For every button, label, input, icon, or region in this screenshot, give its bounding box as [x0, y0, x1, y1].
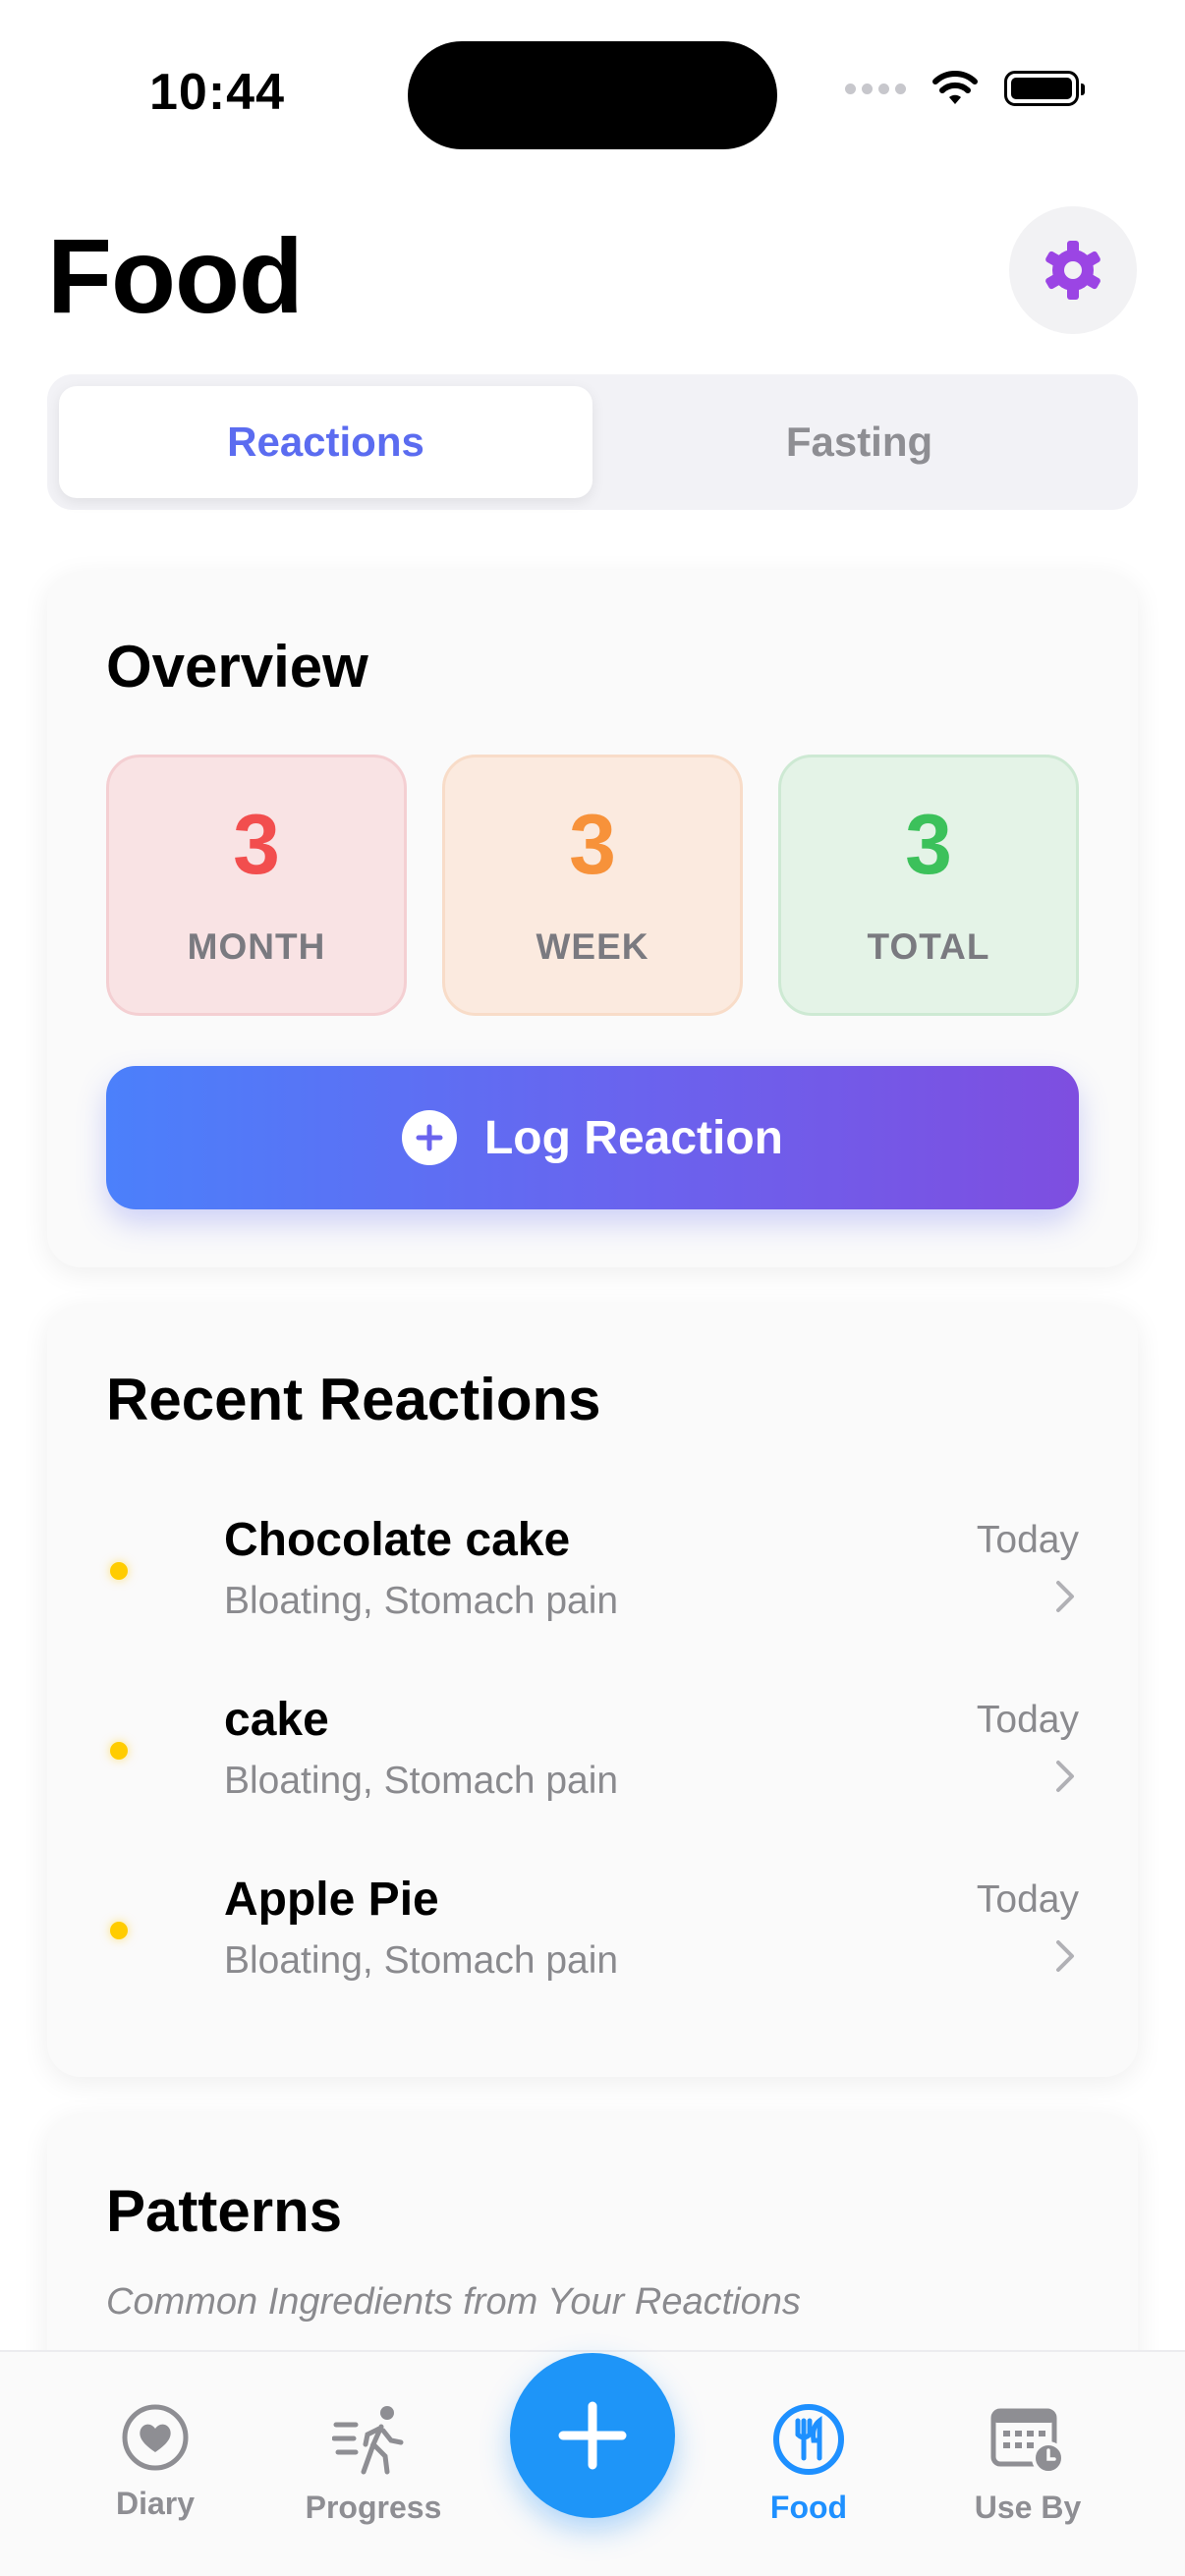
- stat-total-value: 3: [905, 798, 952, 892]
- log-reaction-label: Log Reaction: [483, 1111, 783, 1164]
- calendar-clock-icon: [990, 2408, 1065, 2475]
- overview-card: Overview 3 MONTH 3 WEEK 3 TOTAL Log Reac…: [47, 572, 1138, 1267]
- chevron-right-icon: [1056, 1940, 1074, 1972]
- reaction-food: Chocolate cake: [224, 1514, 571, 1566]
- tab-diary[interactable]: Diary: [67, 2403, 244, 2522]
- overview-title: Overview: [106, 634, 368, 700]
- chevron-right-icon: [1056, 1761, 1074, 1792]
- reaction-date: Today: [976, 1699, 1079, 1741]
- food-screen: 10:44 Food Reactions Fasting Overview 3 …: [0, 0, 1185, 2576]
- dynamic-island: [408, 41, 777, 149]
- tab-reactions[interactable]: Reactions: [59, 386, 592, 498]
- recent-reactions-title: Recent Reactions: [106, 1367, 601, 1432]
- reaction-date: Today: [976, 1878, 1079, 1921]
- reaction-row[interactable]: Chocolate cake Bloating, Stomach pain To…: [106, 1493, 1079, 1641]
- status-time: 10:44: [149, 64, 285, 121]
- fork-knife-icon: [773, 2404, 844, 2475]
- battery-icon: [1004, 71, 1085, 106]
- add-button[interactable]: [510, 2353, 675, 2518]
- tab-fasting[interactable]: Fasting: [592, 386, 1126, 498]
- stat-month: 3 MONTH: [106, 755, 407, 1016]
- wifi-icon: [932, 71, 978, 104]
- stat-week: 3 WEEK: [442, 755, 743, 1016]
- tab-food-label: Food: [769, 2490, 848, 2525]
- settings-button[interactable]: [1009, 206, 1137, 334]
- page-title: Food: [47, 216, 304, 335]
- segmented-control: Reactions Fasting: [47, 374, 1138, 510]
- severity-dot: [110, 1742, 128, 1760]
- gear-icon: [1045, 241, 1100, 300]
- chevron-right-icon: [1056, 1581, 1074, 1612]
- tab-progress-label: Progress: [305, 2490, 442, 2525]
- stat-week-label: WEEK: [536, 926, 649, 967]
- severity-dot: [110, 1562, 128, 1580]
- reaction-date: Today: [976, 1519, 1079, 1561]
- tab-food[interactable]: Food: [720, 2403, 897, 2526]
- reaction-symptoms: Bloating, Stomach pain: [224, 1939, 619, 1982]
- stat-total-label: TOTAL: [867, 926, 990, 967]
- stat-month-value: 3: [233, 798, 280, 892]
- tab-use-by[interactable]: Use By: [939, 2403, 1116, 2526]
- stat-week-value: 3: [569, 798, 616, 892]
- heart-icon: [122, 2404, 189, 2471]
- log-reaction-button[interactable]: Log Reaction: [106, 1066, 1079, 1209]
- walking-icon: [332, 2406, 404, 2475]
- plus-icon: [558, 2401, 627, 2470]
- stat-total: 3 TOTAL: [778, 755, 1079, 1016]
- tab-use-by-label: Use By: [974, 2490, 1082, 2525]
- patterns-subtitle: Common Ingredients from Your Reactions: [106, 2281, 801, 2323]
- tab-diary-label: Diary: [115, 2486, 196, 2521]
- reaction-row[interactable]: cake Bloating, Stomach pain Today: [106, 1673, 1079, 1820]
- status-icons: [845, 71, 1085, 106]
- reaction-symptoms: Bloating, Stomach pain: [224, 1760, 619, 1802]
- cellular-signal-icon: [845, 83, 906, 94]
- reaction-food: Apple Pie: [224, 1874, 439, 1926]
- reaction-row[interactable]: Apple Pie Bloating, Stomach pain Today: [106, 1853, 1079, 2000]
- stat-month-label: MONTH: [187, 926, 326, 967]
- recent-reactions-card: Recent Reactions Chocolate cake Bloating…: [47, 1305, 1138, 2077]
- reaction-food: cake: [224, 1694, 329, 1746]
- tab-progress[interactable]: Progress: [285, 2403, 462, 2526]
- patterns-title: Patterns: [106, 2178, 343, 2244]
- reaction-symptoms: Bloating, Stomach pain: [224, 1580, 619, 1622]
- plus-circle-icon: [401, 1110, 457, 1165]
- severity-dot: [110, 1922, 128, 1939]
